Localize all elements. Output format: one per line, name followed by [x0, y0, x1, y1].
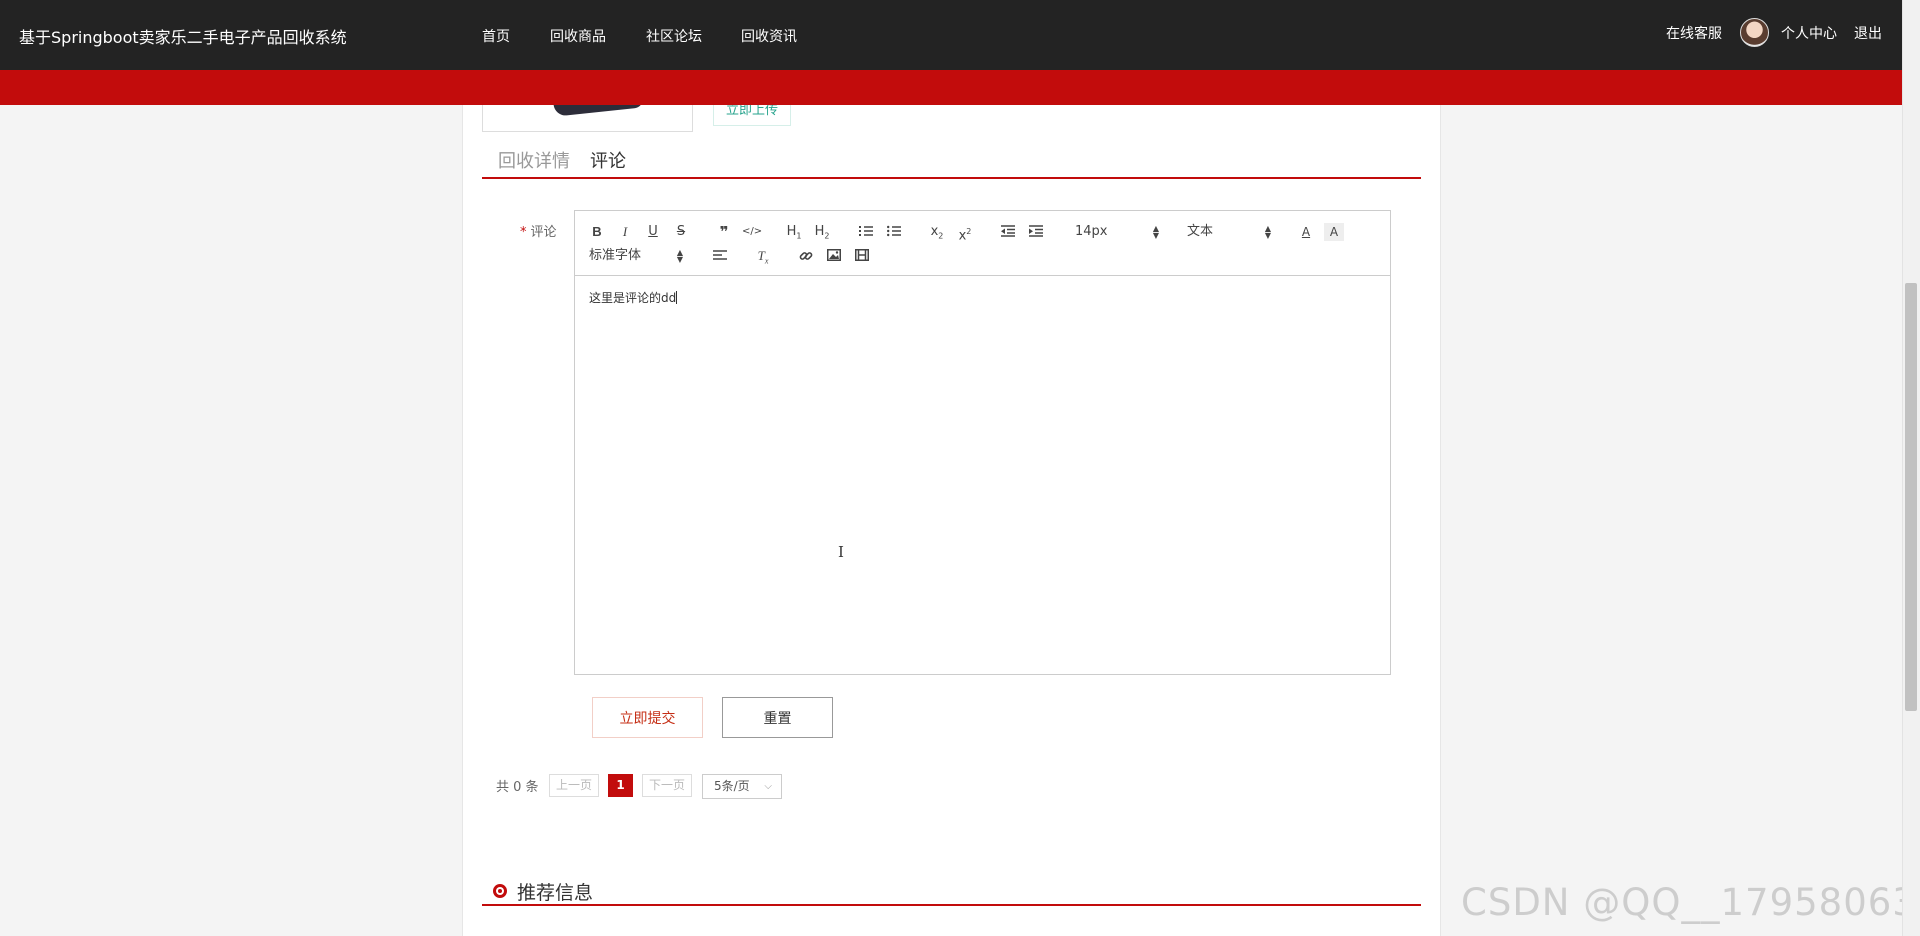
indent-icon[interactable]: [1026, 223, 1046, 241]
editor-content[interactable]: 这里是评论的dd: [589, 289, 678, 306]
superscript-icon[interactable]: x2: [955, 223, 975, 243]
page-number-current[interactable]: 1: [608, 774, 633, 797]
bullet-list-icon[interactable]: [884, 223, 904, 241]
nav-home[interactable]: 首页: [482, 26, 510, 46]
text-caret: [676, 291, 678, 304]
tab-recycle-detail[interactable]: 回收详情: [498, 147, 570, 173]
prev-page-button[interactable]: 上一页: [549, 774, 599, 797]
select-arrows-icon: ▲ ▼: [1264, 224, 1271, 240]
heading2-icon[interactable]: H2: [811, 223, 833, 241]
align-left-icon[interactable]: [710, 247, 730, 265]
comment-field-label: * 评论: [520, 221, 557, 240]
main-nav: 首页 回收商品 社区论坛 回收资讯: [482, 26, 837, 46]
outdent-icon[interactable]: [998, 223, 1018, 241]
header-style-select[interactable]: 文本 ▲ ▼: [1187, 223, 1271, 241]
user-center-link[interactable]: 个人中心: [1781, 23, 1837, 43]
strikethrough-icon[interactable]: S: [671, 223, 691, 241]
editor-toolbar: B I U S ❞ </> H1 H2 x2 x2 14px ▲ ▼ 文本 ▲ ▼ …: [575, 211, 1390, 276]
csdn-watermark: CSDN @QQ__1795806396: [1461, 881, 1920, 924]
subscript-icon[interactable]: x2: [927, 223, 947, 241]
comment-label-text: 评论: [530, 225, 557, 240]
select-arrows-icon: ▲ ▼: [1152, 224, 1159, 240]
video-icon[interactable]: [852, 247, 872, 265]
recommend-section-header: 推荐信息: [482, 874, 1421, 906]
code-block-icon[interactable]: </>: [742, 223, 762, 241]
nav-recycle-products[interactable]: 回收商品: [550, 26, 606, 46]
online-service-link[interactable]: 在线客服: [1666, 23, 1722, 43]
logout-link[interactable]: 退出: [1854, 23, 1882, 43]
ordered-list-icon[interactable]: [856, 223, 876, 241]
page-scrollbar[interactable]: [1902, 0, 1920, 936]
recommend-title: 推荐信息: [517, 882, 594, 904]
font-size-value: 14px: [1075, 224, 1108, 239]
link-icon[interactable]: [796, 247, 816, 265]
top-navbar: 基于Springboot卖家乐二手电子产品回收系统 首页 回收商品 社区论坛 回…: [0, 0, 1920, 70]
avatar[interactable]: [1740, 18, 1769, 47]
tab-comment[interactable]: 评论: [590, 147, 626, 173]
reset-button[interactable]: 重置: [722, 697, 833, 738]
site-title: 基于Springboot卖家乐二手电子产品回收系统: [19, 28, 347, 47]
detail-tabs: 回收详情 评论: [482, 140, 1421, 179]
nav-recycle-news[interactable]: 回收资讯: [741, 26, 797, 46]
page-size-value: 5条/页: [714, 779, 750, 793]
font-family-value: 标准字体: [589, 248, 642, 263]
scrollbar-thumb[interactable]: [1905, 283, 1917, 711]
clear-format-icon[interactable]: Tx: [753, 247, 773, 266]
heading1-icon[interactable]: H1: [783, 223, 805, 241]
page-size-select[interactable]: 5条/页 ⌵: [702, 774, 782, 799]
bold-icon[interactable]: B: [587, 223, 607, 241]
italic-icon[interactable]: I: [615, 223, 635, 241]
required-mark: *: [520, 225, 527, 240]
underline-icon[interactable]: U: [643, 223, 663, 241]
target-dot-icon: [493, 884, 507, 898]
background-color-icon[interactable]: A: [1324, 223, 1344, 241]
comment-editor[interactable]: B I U S ❞ </> H1 H2 x2 x2 14px ▲ ▼ 文本 ▲ ▼ …: [574, 210, 1391, 675]
editor-text: 这里是评论的dd: [589, 291, 677, 305]
font-family-select[interactable]: 标准字体 ▲ ▼: [589, 247, 683, 265]
font-color-icon[interactable]: A: [1296, 223, 1316, 241]
next-page-button[interactable]: 下一页: [642, 774, 692, 797]
chevron-down-icon: ⌵: [764, 781, 772, 792]
blockquote-icon[interactable]: ❞: [714, 223, 734, 241]
font-size-select[interactable]: 14px ▲ ▼: [1075, 223, 1159, 241]
text-cursor-icon: I: [838, 543, 844, 561]
header-style-value: 文本: [1187, 224, 1214, 239]
total-count: 共 0 条: [496, 780, 539, 795]
user-nav: 在线客服 个人中心 退出: [1666, 18, 1882, 47]
image-icon[interactable]: [824, 247, 844, 265]
nav-forum[interactable]: 社区论坛: [646, 26, 702, 46]
red-banner-strip: [0, 70, 1902, 105]
submit-button[interactable]: 立即提交: [592, 697, 703, 738]
select-arrows-icon: ▲ ▼: [676, 248, 683, 264]
